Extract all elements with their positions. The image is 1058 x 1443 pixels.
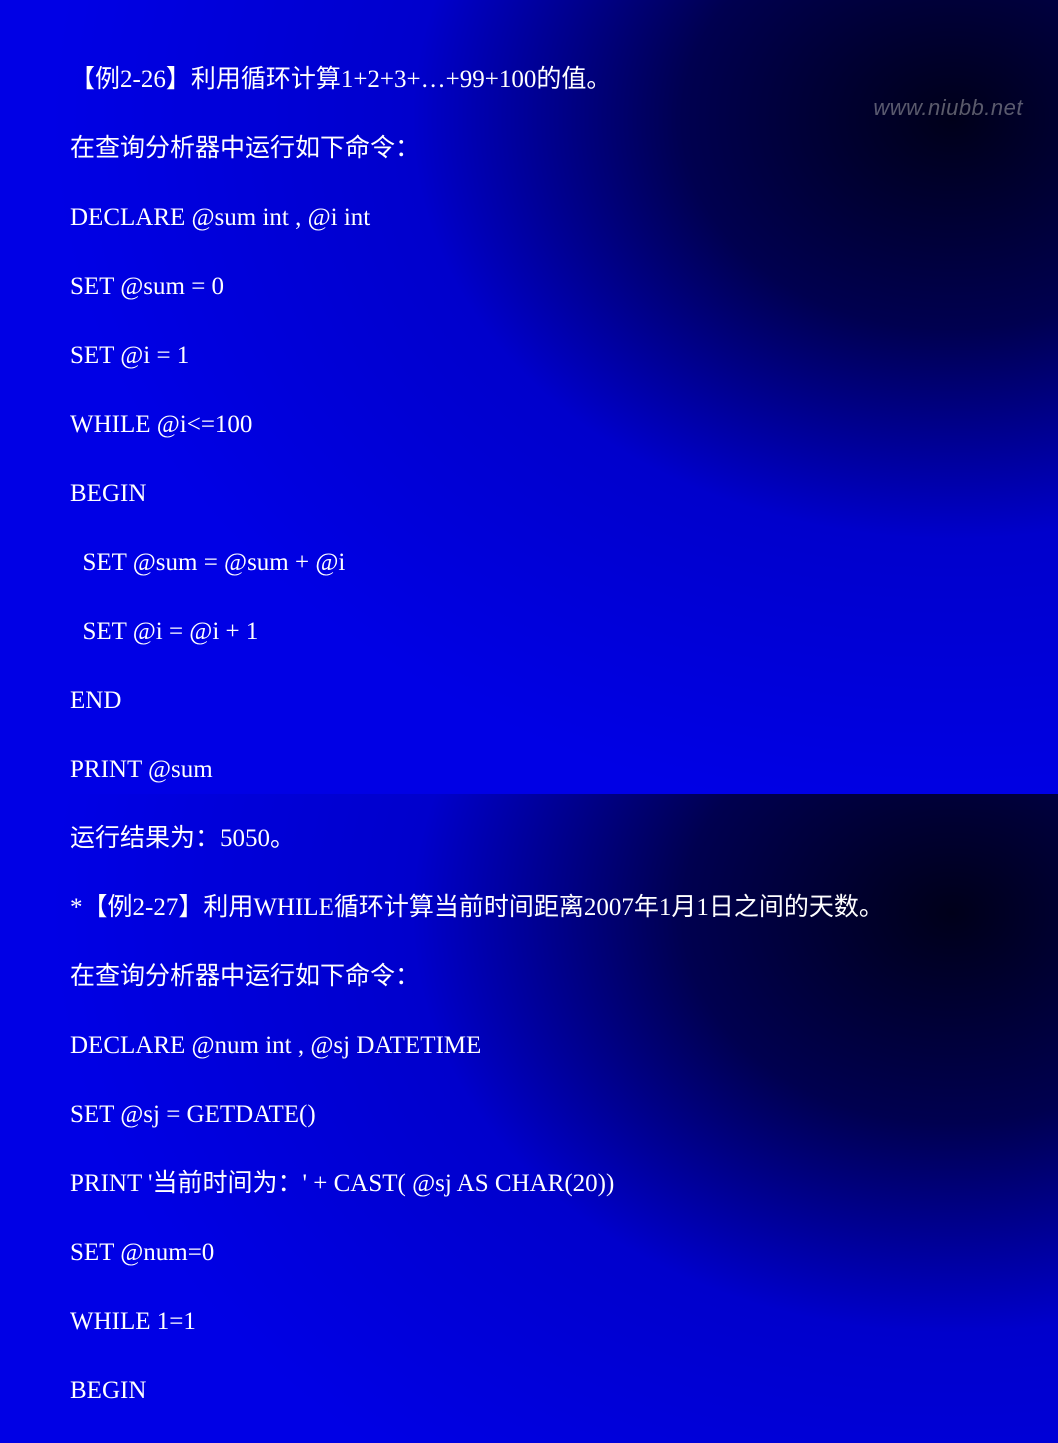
slide-content: 【例2-26】利用循环计算1+2+3+…+99+100的值。 在查询分析器中运行… bbox=[70, 28, 884, 1443]
text-line: 运行结果为：5050。 bbox=[70, 822, 884, 857]
code-line: PRINT @sum bbox=[70, 753, 884, 788]
code-line: DECLARE @sum int , @i int bbox=[70, 201, 884, 236]
text-line: 【例2-26】利用循环计算1+2+3+…+99+100的值。 bbox=[70, 63, 884, 98]
code-line: SET @i = 1 bbox=[70, 339, 884, 374]
code-line: WHILE @i<=100 bbox=[70, 408, 884, 443]
code-line: SET @num=0 bbox=[70, 1236, 884, 1271]
code-line: PRINT '当前时间为：' + CAST( @sj AS CHAR(20)) bbox=[70, 1167, 884, 1202]
code-line: SET @sj = GETDATE() bbox=[70, 1098, 884, 1133]
code-line: WHILE 1=1 bbox=[70, 1305, 884, 1340]
text-line: 在查询分析器中运行如下命令： bbox=[70, 960, 884, 995]
text-line: *【例2-27】利用WHILE循环计算当前时间距离2007年1月1日之间的天数。 bbox=[70, 891, 884, 926]
code-line: END bbox=[70, 684, 884, 719]
code-line: SET @sum = 0 bbox=[70, 270, 884, 305]
code-line: DECLARE @num int , @sj DATETIME bbox=[70, 1029, 884, 1064]
code-line: BEGIN bbox=[70, 1374, 884, 1409]
code-line: SET @sum = @sum + @i bbox=[70, 546, 884, 581]
text-line: 在查询分析器中运行如下命令： bbox=[70, 132, 884, 167]
watermark-text: www.niubb.net bbox=[873, 95, 1023, 121]
code-line: BEGIN bbox=[70, 477, 884, 512]
code-line: SET @i = @i + 1 bbox=[70, 615, 884, 650]
